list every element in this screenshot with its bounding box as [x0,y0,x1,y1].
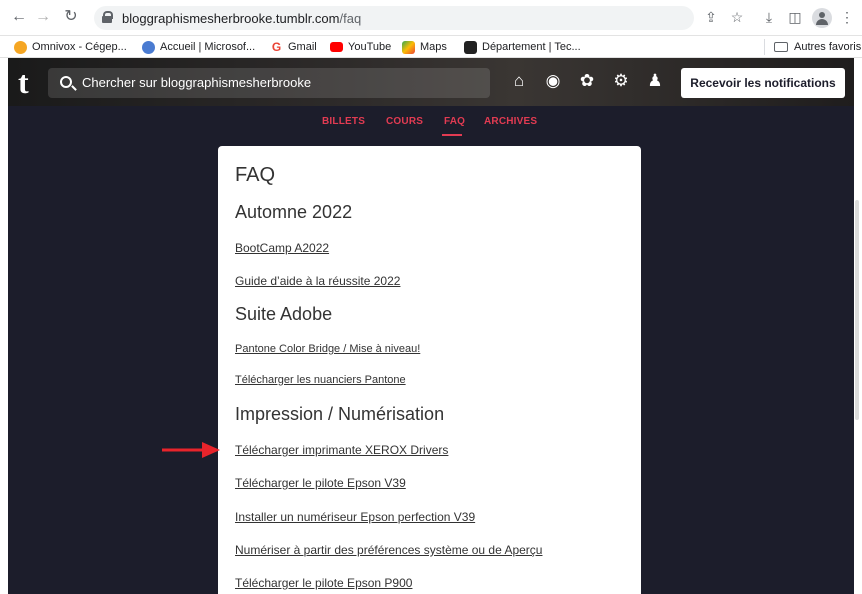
bookmarks-bar: Omnivox - Cégep... Accueil | Microsof...… [0,36,862,58]
nav-billets[interactable]: BILLETS [322,116,365,127]
google-icon: G [270,39,283,54]
red-arrow-icon [162,442,220,458]
other-bookmarks-label: Autres favoris [794,41,862,53]
address-bar[interactable]: bloggraphismesherbrooke.tumblr.com/faq [94,6,694,30]
maps-icon [402,40,415,54]
link-xerox-drivers[interactable]: Télécharger imprimante XEROX Drivers [235,443,448,457]
search-input[interactable]: Chercher sur bloggraphismesherbrooke [48,68,490,98]
notifications-button[interactable]: Recevoir les notifications [681,68,845,98]
bookmark-microsoft[interactable]: Accueil | Microsof... [142,39,255,55]
bookmark-maps[interactable]: Maps [402,39,447,55]
star-bookmark-icon[interactable]: ☆ [728,8,746,26]
url-text: bloggraphismesherbrooke.tumblr.com/faq [122,11,361,26]
gear-icon[interactable]: ⚙ [610,70,632,92]
palette-icon[interactable]: ✿ [576,70,598,92]
section-title-automne: Automne 2022 [235,202,353,222]
tumblr-logo[interactable]: t [18,66,42,98]
forward-arrow-icon[interactable]: → [34,8,52,26]
bookmark-label: Département | Tec... [482,41,581,53]
section-title-impression: Impression / Numérisation [235,404,445,424]
download-icon[interactable]: ⤓ [760,8,778,26]
blog-nav: BILLETS COURS FAQ ARCHIVES [8,110,854,140]
faq-card: FAQ Automne 2022 BootCamp A2022 Guide d’… [218,146,641,594]
back-arrow-icon[interactable]: ← [10,8,28,26]
link-install-epson-v39[interactable]: Installer un numériseur Epson perfection… [235,510,475,524]
bookmark-label: YouTube [348,41,392,53]
lock-icon [102,11,113,23]
microsoft-icon [142,40,155,54]
tumblr-page: t Chercher sur bloggraphismesherbrooke ⌂… [8,58,854,594]
url-host: bloggraphismesherbrooke.tumblr.com [122,11,340,26]
bookmark-label: Omnivox - Cégep... [32,41,127,53]
home-icon[interactable]: ⌂ [508,70,530,92]
user-icon[interactable]: ♟ [644,70,666,92]
bookmark-divider [764,39,765,55]
bookmark-label: Accueil | Microsof... [160,41,256,53]
nav-archives[interactable]: ARCHIVES [484,116,537,127]
bookmark-label: Gmail [288,41,317,53]
reload-icon[interactable]: ↻ [62,8,80,26]
link-guide-reussite[interactable]: Guide d’aide à la réussite 2022 [235,274,400,288]
nav-faq[interactable]: FAQ [444,116,465,127]
url-path: /faq [339,11,362,26]
section-title-adobe: Suite Adobe [235,304,333,324]
page-title: FAQ [235,164,276,186]
link-bootcamp[interactable]: BootCamp A2022 [235,241,329,255]
link-epson-p900[interactable]: Télécharger le pilote Epson P900 [235,576,412,590]
folder-icon [774,42,788,52]
browser-toolbar: ← → ↻ bloggraphismesherbrooke.tumblr.com… [0,0,862,36]
bookmark-youtube[interactable]: YouTube [330,39,391,55]
kebab-menu-icon[interactable]: ⋮ [838,8,856,26]
side-panel-icon[interactable]: ◫ [786,8,804,26]
search-icon [60,76,72,88]
nav-cours[interactable]: COURS [386,116,423,127]
search-placeholder: Chercher sur bloggraphismesherbrooke [82,75,312,90]
link-pantone-nuanciers[interactable]: Télécharger les nuanciers Pantone [235,374,406,386]
link-numeriser-apercu[interactable]: Numériser à partir des préférences systè… [235,543,542,557]
eye-icon[interactable]: ◉ [542,70,564,92]
departement-icon [464,40,477,54]
bookmark-departement[interactable]: Département | Tec... [464,39,581,55]
bookmark-other-folder[interactable]: Autres favoris [774,39,861,55]
bookmark-omnivox[interactable]: Omnivox - Cégep... [14,39,127,55]
link-pantone-bridge[interactable]: Pantone Color Bridge / Mise à niveau! [235,343,420,355]
bookmark-label: Maps [420,41,447,53]
nav-active-indicator [442,134,462,136]
bookmark-gmail[interactable]: G Gmail [270,39,317,55]
tumblr-header: t Chercher sur bloggraphismesherbrooke ⌂… [8,58,854,106]
omnivox-icon [14,40,27,54]
youtube-icon [330,42,343,52]
share-icon[interactable]: ⇪ [702,8,720,26]
link-epson-v39[interactable]: Télécharger le pilote Epson V39 [235,476,406,490]
profile-avatar-icon[interactable] [812,8,832,28]
page-scrollbar[interactable] [855,200,859,420]
